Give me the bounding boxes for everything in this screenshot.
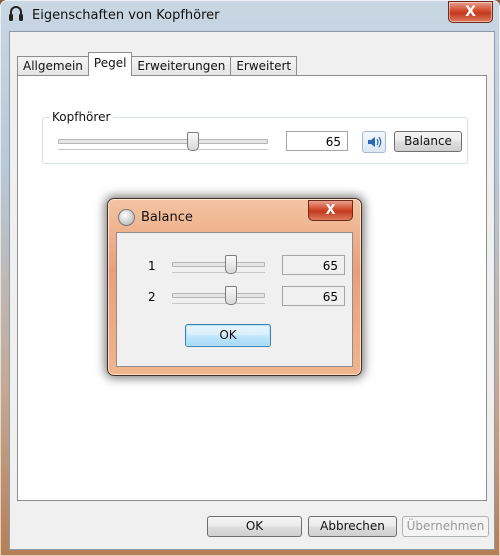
close-button[interactable]: X: [448, 1, 493, 23]
tab-strip: Allgemein Pegel Erweiterungen Erweitert: [17, 52, 298, 76]
slider-ticks: [58, 143, 268, 150]
slider-ticks: [172, 266, 265, 273]
speaker-icon: [363, 136, 385, 155]
balance-dialog-client: 1 65 2 65 OK: [116, 232, 353, 367]
balance-close-button[interactable]: X: [308, 200, 353, 221]
balance-dialog: Balance X 1 65 2 65 OK: [107, 198, 362, 376]
window-title: Eigenschaften von Kopfhörer: [32, 8, 220, 23]
balance-ok-button[interactable]: OK: [185, 324, 271, 347]
close-icon: X: [325, 203, 336, 218]
slider-thumb[interactable]: [225, 286, 237, 305]
slider-thumb[interactable]: [187, 132, 199, 151]
tab-allgemein[interactable]: Allgemein: [17, 56, 89, 76]
channel-2-slider[interactable]: [172, 284, 265, 306]
title-bar[interactable]: Eigenschaften von Kopfhörer X: [0, 0, 500, 30]
slider-thumb[interactable]: [225, 255, 237, 274]
balance-button[interactable]: Balance: [394, 131, 462, 152]
ok-button[interactable]: OK: [207, 516, 302, 537]
headphones-icon: [8, 6, 24, 24]
tab-erweiterungen[interactable]: Erweiterungen: [131, 56, 232, 76]
apply-button[interactable]: Übernehmen: [402, 516, 489, 537]
channel-2-value[interactable]: 65: [282, 286, 345, 306]
balance-dialog-icon: [118, 209, 135, 226]
mute-toggle-button[interactable]: [362, 131, 386, 153]
volume-value-field[interactable]: 65: [286, 131, 348, 151]
tab-erweitert[interactable]: Erweitert: [230, 56, 298, 76]
channel-1-slider[interactable]: [172, 253, 265, 275]
volume-slider[interactable]: [58, 130, 268, 152]
tab-pegel[interactable]: Pegel: [87, 52, 133, 76]
slider-ticks: [172, 297, 265, 304]
cancel-button[interactable]: Abbrechen: [308, 516, 397, 537]
channel-1-value[interactable]: 65: [282, 255, 345, 275]
close-icon: X: [465, 4, 476, 20]
channel-2-label: 2: [148, 290, 156, 304]
balance-dialog-title: Balance: [141, 210, 193, 225]
group-label: Kopfhörer: [49, 110, 114, 124]
level-group: Kopfhörer 65 Balance: [42, 110, 468, 164]
channel-1-label: 1: [148, 259, 156, 273]
